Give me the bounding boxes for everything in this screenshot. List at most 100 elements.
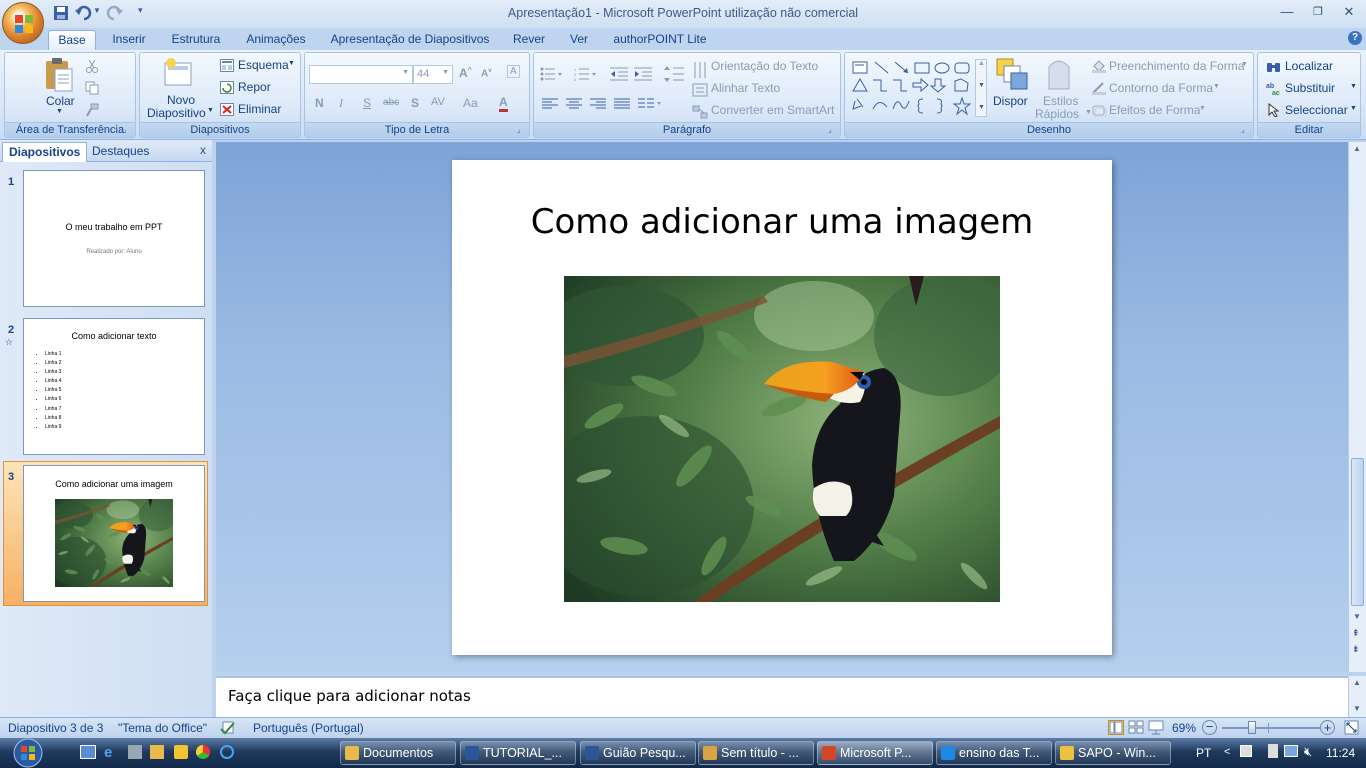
find-button[interactable]: Localizar — [1285, 59, 1333, 73]
tab-inserir[interactable]: Inserir — [104, 30, 154, 50]
thumbnail-slide-1[interactable]: O meu trabalho em PPT Realizado por: Alu… — [23, 170, 205, 307]
clear-format-icon[interactable]: A — [507, 65, 520, 78]
slide-title[interactable]: Como adicionar uma imagem — [452, 202, 1112, 242]
layout-button[interactable]: Esquema — [238, 58, 289, 72]
tab-estrutura[interactable]: Estrutura — [164, 30, 228, 50]
line-spacing-icon[interactable] — [664, 65, 688, 83]
notes-scroll-up-icon[interactable]: ▲ — [1353, 678, 1361, 687]
quick-styles-icon[interactable] — [1043, 57, 1075, 91]
italic-button[interactable]: I — [339, 96, 343, 111]
font-name-combo[interactable]: ▼ — [309, 65, 413, 84]
paragraph-launcher-icon[interactable]: ⌟ — [828, 125, 838, 135]
language-bar[interactable]: PT — [1196, 746, 1211, 760]
taskbar-button-documentos[interactable]: Documentos — [340, 741, 456, 765]
smartart-button[interactable]: Converter em SmartArt — [711, 103, 834, 117]
change-case-button[interactable]: Aa — [463, 96, 478, 110]
shrink-font-button[interactable]: Av — [481, 68, 492, 79]
text-direction-button[interactable]: Orientação do Texto — [711, 59, 818, 73]
slideshow-view-icon[interactable] — [1148, 720, 1164, 735]
minimize-button[interactable]: — — [1274, 2, 1300, 22]
grow-font-button[interactable]: A^ — [459, 66, 472, 80]
underline-button[interactable]: S — [363, 96, 371, 110]
network-icon[interactable] — [1284, 745, 1298, 757]
shapes-gallery-scroll[interactable]: ▲ ▼ ▼ — [975, 59, 987, 117]
align-text-button[interactable]: Alinhar Texto — [711, 81, 780, 95]
scroll-down-icon[interactable]: ▼ — [1353, 612, 1361, 621]
quick-styles-label-2[interactable]: Rápidos — [1035, 107, 1079, 121]
select-cursor-icon[interactable] — [1266, 103, 1282, 117]
delete-slide-button[interactable]: Eliminar — [238, 102, 281, 116]
tray-expand-icon[interactable]: < — [1224, 746, 1230, 758]
tab-base[interactable]: Base — [48, 30, 96, 50]
power-icon[interactable] — [1268, 744, 1278, 758]
media-quicklaunch-icon[interactable] — [174, 745, 188, 759]
help-icon[interactable]: ? — [1348, 31, 1362, 45]
new-slide-dropdown-icon[interactable]: ▼ — [207, 107, 214, 114]
notes-scrollbar[interactable]: ▲ ▼ — [1348, 676, 1366, 717]
strikethrough-button[interactable]: abc — [383, 97, 399, 108]
new-slide-label-1[interactable]: Novo — [167, 93, 195, 107]
shape-outline-button[interactable]: Contorno da Forma — [1109, 81, 1213, 95]
decrease-indent-icon[interactable] — [610, 67, 628, 81]
tab-apresentacao[interactable]: Apresentação de Diapositivos — [326, 30, 494, 50]
normal-view-icon[interactable] — [1108, 720, 1124, 735]
paste-dropdown-icon[interactable]: ▼ — [56, 108, 63, 115]
numbering-icon[interactable]: 123 — [574, 67, 596, 81]
toucan-image[interactable] — [564, 276, 1000, 602]
cut-icon[interactable] — [85, 59, 99, 73]
align-center-icon[interactable] — [566, 98, 582, 110]
smartart-icon[interactable] — [692, 105, 708, 119]
previous-slide-icon[interactable]: ⇞ — [1352, 628, 1360, 639]
search-quicklaunch-icon[interactable] — [220, 745, 234, 759]
char-spacing-button[interactable]: AV — [431, 96, 445, 108]
replace-icon[interactable]: abac — [1266, 81, 1282, 95]
clock[interactable]: 11:24 — [1326, 746, 1355, 760]
text-direction-icon[interactable] — [692, 61, 708, 79]
taskbar-button-browser[interactable]: ensino das T... — [936, 741, 1052, 765]
bold-button[interactable]: N — [315, 96, 324, 110]
restore-button[interactable]: ❐ — [1305, 2, 1331, 22]
slide-canvas[interactable]: Como adicionar uma imagem — [452, 160, 1112, 655]
close-button[interactable]: ✕ — [1336, 2, 1362, 22]
layout-icon[interactable] — [220, 59, 234, 72]
align-text-icon[interactable] — [692, 83, 708, 97]
tab-authorpoint[interactable]: authorPOINT Lite — [608, 30, 712, 50]
notes-placeholder[interactable]: Faça clique para adicionar notas — [228, 687, 471, 705]
increase-indent-icon[interactable] — [634, 67, 652, 81]
shapes-gallery-icon[interactable] — [851, 59, 981, 119]
new-slide-icon[interactable] — [162, 57, 194, 91]
tab-ver[interactable]: Ver — [562, 30, 596, 50]
shape-fill-icon[interactable] — [1091, 59, 1107, 73]
select-button[interactable]: Seleccionar — [1285, 103, 1348, 117]
tab-animacoes[interactable]: Animações — [240, 30, 312, 50]
paste-icon[interactable] — [43, 57, 75, 93]
notes-scroll-down-icon[interactable]: ▼ — [1353, 704, 1361, 713]
quick-styles-label-1[interactable]: Estilos — [1043, 94, 1078, 108]
tab-diapositivos[interactable]: Diapositivos — [2, 142, 88, 162]
office-button[interactable] — [2, 2, 44, 44]
slide-sorter-icon[interactable] — [1128, 720, 1144, 735]
shape-effects-icon[interactable] — [1091, 103, 1107, 117]
volume-icon[interactable]: 🔇︎ — [1304, 744, 1312, 760]
align-left-icon[interactable] — [542, 98, 558, 110]
notes-pane[interactable]: Faça clique para adicionar notas — [216, 676, 1348, 717]
app-quicklaunch-icon[interactable] — [128, 745, 142, 759]
new-slide-label-2[interactable]: Diapositivo — [147, 106, 206, 120]
justify-icon[interactable] — [614, 98, 630, 110]
shape-outline-icon[interactable] — [1091, 81, 1107, 95]
shape-fill-button[interactable]: Preenchimento da Forma — [1109, 59, 1244, 73]
zoom-in-icon[interactable]: + — [1320, 720, 1335, 735]
drawing-launcher-icon[interactable]: ⌟ — [1241, 125, 1251, 135]
tab-destaques[interactable]: Destaques — [86, 142, 155, 162]
shape-fill-dropdown-icon[interactable]: ▼ — [1241, 61, 1248, 68]
spelling-check-icon[interactable] — [220, 721, 236, 735]
zoom-slider-thumb[interactable] — [1248, 721, 1256, 734]
taskbar-button-paint[interactable]: Sem título - ... — [698, 741, 814, 765]
start-button[interactable] — [6, 738, 46, 768]
thumbnail-slide-2[interactable]: Como adicionar texto Linha 1 Linha 2 Lin… — [23, 318, 205, 455]
chrome-quicklaunch-icon[interactable] — [196, 745, 210, 759]
font-launcher-icon[interactable]: ⌟ — [517, 125, 527, 135]
columns-icon[interactable] — [638, 98, 662, 110]
ie-icon[interactable]: e — [104, 744, 112, 761]
taskbar-button-sapo[interactable]: SAPO - Win... — [1055, 741, 1171, 765]
